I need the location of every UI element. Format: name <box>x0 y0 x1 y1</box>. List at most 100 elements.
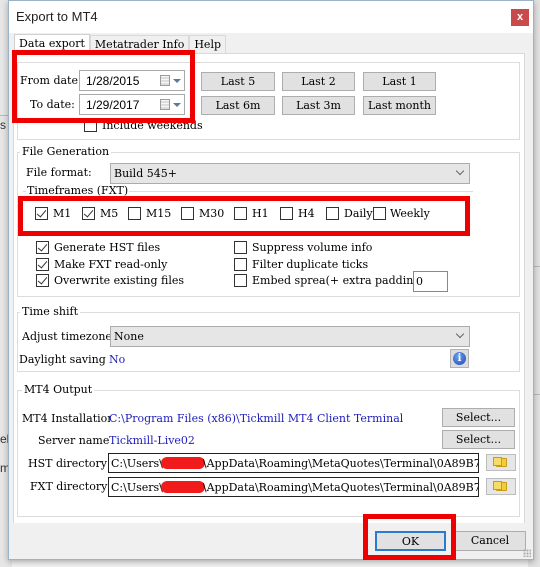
dropdown-arrow-icon <box>173 103 181 107</box>
daylight-saving-value[interactable]: No <box>109 353 125 366</box>
suppress-volume-label: Suppress volume info <box>252 241 373 254</box>
generate-hst-label: Generate HST files <box>54 241 161 254</box>
chevron-down-icon <box>455 329 465 339</box>
hst-path-suffix: \AppData\Roaming\MetaQuotes\Terminal\0A8… <box>202 457 479 470</box>
daylight-saving-label: Daylight saving <box>19 353 106 366</box>
adjust-timezone-label: Adjust timezone <box>22 330 112 343</box>
tab-bar: Data export Metatrader Info Help <box>14 34 227 55</box>
data-export-panel: From date: 1/28/2015 To date: 1/29/2017 … <box>13 53 525 525</box>
cancel-button[interactable]: Cancel <box>454 531 526 551</box>
hst-path-prefix: C:\Users\ <box>111 457 163 470</box>
file-format-label: File format: <box>26 166 92 179</box>
generate-hst-checkbox[interactable] <box>36 241 49 254</box>
calendar-icon <box>160 99 170 110</box>
last-6m-button[interactable]: Last 6m <box>201 96 275 115</box>
mt4-output-legend: MT4 Output <box>22 383 95 396</box>
to-date-value: 1/29/2017 <box>86 98 140 112</box>
timeframe-daily-checkbox[interactable] <box>326 207 339 220</box>
select-installation-button[interactable]: Select... <box>442 408 515 427</box>
last-1-button[interactable]: Last 1 <box>363 72 436 91</box>
redaction-mark <box>160 457 205 469</box>
fxt-read-only-checkbox[interactable] <box>36 258 49 271</box>
to-date-label: To date: <box>30 98 75 111</box>
timeframe-h1-checkbox[interactable] <box>234 207 247 220</box>
from-date-picker[interactable]: 1/28/2015 <box>79 70 185 91</box>
server-name-value[interactable]: Tickmill-Live02 <box>109 434 195 447</box>
hst-directory-input[interactable]: C:\Users\ \AppData\Roaming\MetaQuotes\Ter… <box>108 453 479 473</box>
close-button[interactable]: x <box>511 9 529 26</box>
folder-icon <box>493 481 507 491</box>
folder-icon <box>493 457 507 467</box>
timeframe-m30-label: M30 <box>199 207 225 220</box>
embed-spread-checkbox[interactable] <box>234 274 247 287</box>
last-3m-button[interactable]: Last 3m <box>282 96 355 115</box>
last-5-button[interactable]: Last 5 <box>201 72 275 91</box>
time-shift-group: Time shift Adjust timezone None Daylight… <box>17 305 520 372</box>
timeframe-weekly-label: Weekly <box>390 207 430 220</box>
timeframe-m5-checkbox[interactable] <box>82 207 95 220</box>
timeframe-h4-checkbox[interactable] <box>280 207 293 220</box>
overwrite-files-checkbox[interactable] <box>36 274 49 287</box>
filter-duplicates-label: Filter duplicate ticks <box>252 258 369 271</box>
hst-directory-label: HST directory <box>28 457 107 470</box>
last-month-button[interactable]: Last month <box>363 96 436 115</box>
overwrite-files-label: Overwrite existing files <box>54 274 185 287</box>
timeframe-m1-label: M1 <box>53 207 72 220</box>
filter-duplicates-checkbox[interactable] <box>234 258 247 271</box>
timeframe-m30-checkbox[interactable] <box>181 207 194 220</box>
chevron-down-icon <box>455 166 465 176</box>
select-server-button[interactable]: Select... <box>442 430 515 449</box>
last-2-button[interactable]: Last 2 <box>282 72 355 91</box>
dialog-footer: OK Cancel <box>9 523 533 559</box>
fxt-read-only-label: Make FXT read-only <box>54 258 168 271</box>
tab-data-export[interactable]: Data export <box>14 34 90 55</box>
tab-help[interactable]: Help <box>189 35 227 54</box>
resize-grip[interactable] <box>523 549 531 557</box>
info-button[interactable]: i <box>450 349 469 368</box>
close-icon: x <box>516 11 524 23</box>
extra-padding-input[interactable]: 0 <box>413 271 448 292</box>
from-date-value: 1/28/2015 <box>86 74 140 88</box>
timeframes-legend: Timeframes (FXT) <box>26 184 130 197</box>
fxt-directory-label: FXT directory <box>30 480 108 493</box>
include-weekends-checkbox[interactable] <box>84 119 97 132</box>
mt4-installation-value[interactable]: C:\Program Files (x86)\Tickmill MT4 Clie… <box>109 412 403 425</box>
mt4-output-group: MT4 Output MT4 Installation C:\Program F… <box>17 383 520 517</box>
calendar-icon <box>160 75 170 86</box>
timeframe-h4-label: H4 <box>298 207 315 220</box>
timeframe-m15-label: M15 <box>146 207 172 220</box>
file-generation-legend: File Generation <box>20 145 112 158</box>
title-bar[interactable]: Export to MT4 x <box>9 1 533 33</box>
timeframe-daily-label: Daily <box>344 207 373 220</box>
timezone-select[interactable]: None <box>110 326 470 347</box>
timeframe-weekly-checkbox[interactable] <box>373 207 386 220</box>
embed-spread-label: Embed sprea(+ extra padding <box>252 274 421 287</box>
timeframe-m15-checkbox[interactable] <box>128 207 141 220</box>
file-format-select[interactable]: Build 545+ <box>110 163 470 184</box>
fxt-path-suffix: \AppData\Roaming\MetaQuotes\Terminal\0A8… <box>202 481 479 494</box>
background-text-fragment: s <box>0 118 6 132</box>
timeframe-m1-checkbox[interactable] <box>35 207 48 220</box>
timeframe-m5-label: M5 <box>100 207 119 220</box>
browse-fxt-button[interactable] <box>486 478 516 495</box>
timeframe-h1-label: H1 <box>252 207 269 220</box>
export-dialog: Export to MT4 x Data export Metatrader I… <box>8 0 534 560</box>
ok-button[interactable]: OK <box>375 531 446 551</box>
fxt-path-prefix: C:\Users\ <box>111 481 163 494</box>
tab-metatrader-info[interactable]: Metatrader Info <box>89 35 190 54</box>
dropdown-arrow-icon <box>173 79 181 83</box>
dialog-title: Export to MT4 <box>16 9 98 24</box>
browse-hst-button[interactable] <box>486 454 516 471</box>
file-format-value: Build 545+ <box>114 167 177 180</box>
suppress-volume-checkbox[interactable] <box>234 241 247 254</box>
to-date-picker[interactable]: 1/29/2017 <box>79 94 185 115</box>
fxt-directory-input[interactable]: C:\Users\ \AppData\Roaming\MetaQuotes\Ter… <box>108 477 479 497</box>
mt4-installation-label: MT4 Installation <box>22 412 110 425</box>
time-shift-legend: Time shift <box>20 305 81 318</box>
timezone-value: None <box>114 330 144 343</box>
include-weekends-label: Include weekends <box>102 119 203 132</box>
server-name-label: Server name <box>38 434 110 447</box>
date-range-group: From date: 1/28/2015 To date: 1/29/2017 … <box>17 62 520 140</box>
info-icon: i <box>453 352 466 365</box>
redaction-mark <box>160 481 205 493</box>
